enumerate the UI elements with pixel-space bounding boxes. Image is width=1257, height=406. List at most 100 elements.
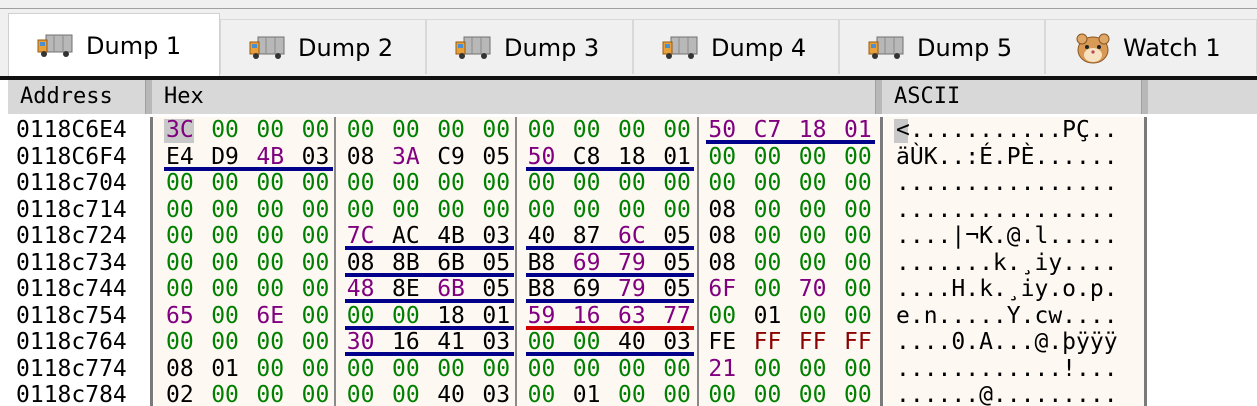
hex-byte[interactable]: 00 bbox=[437, 117, 467, 144]
hex-byte[interactable]: FF bbox=[799, 329, 829, 356]
hex-byte[interactable]: 00 bbox=[528, 356, 558, 383]
hex-byte[interactable]: 00 bbox=[708, 303, 738, 330]
hex-byte[interactable]: 00 bbox=[347, 170, 377, 197]
tab-dump-5[interactable]: Dump 5 bbox=[839, 19, 1045, 74]
hex-byte[interactable]: 08 bbox=[708, 223, 738, 250]
hex-byte[interactable]: 00 bbox=[618, 382, 648, 406]
hex-byte[interactable]: 00 bbox=[302, 117, 332, 144]
hex-byte[interactable]: 00 bbox=[211, 170, 241, 197]
hex-byte[interactable]: 00 bbox=[754, 223, 784, 250]
hex-byte[interactable]: 00 bbox=[844, 303, 874, 330]
hex-byte[interactable]: 00 bbox=[799, 170, 829, 197]
hex-byte[interactable]: 00 bbox=[392, 356, 422, 383]
hex-byte[interactable]: 00 bbox=[799, 144, 829, 171]
hex-byte[interactable]: C9 bbox=[437, 144, 467, 171]
hex-byte[interactable]: 00 bbox=[799, 197, 829, 224]
ascii-text[interactable]: ....H.k.¸iy.o.p. bbox=[896, 276, 1118, 303]
tab-dump-3[interactable]: Dump 3 bbox=[426, 19, 633, 74]
ascii-text[interactable]: ....|¬K.@.l..... bbox=[896, 223, 1118, 250]
hex-byte[interactable]: 00 bbox=[302, 382, 332, 406]
hex-byte[interactable]: 00 bbox=[256, 356, 286, 383]
hex-byte[interactable]: 00 bbox=[211, 197, 241, 224]
hex-byte[interactable]: 00 bbox=[392, 170, 422, 197]
hex-byte[interactable]: 21 bbox=[708, 356, 738, 383]
dump-row[interactable]: 0118C6E4 3C 00 00 00 00 00 00 00 00 00 00 00 50 C7 18 01… bbox=[4, 117, 1257, 144]
hex-byte[interactable]: 00 bbox=[618, 170, 648, 197]
tab-dump-1[interactable]: Dump 1 bbox=[8, 13, 220, 76]
hex-byte[interactable]: 08 bbox=[347, 144, 377, 171]
hex-byte[interactable]: 08 bbox=[166, 356, 196, 383]
hex-byte[interactable]: 00 bbox=[528, 117, 558, 144]
hex-byte[interactable]: 00 bbox=[302, 329, 332, 356]
hex-byte[interactable]: 00 bbox=[211, 250, 241, 277]
hex-byte[interactable]: 00 bbox=[166, 197, 196, 224]
hex-byte[interactable]: 00 bbox=[256, 170, 286, 197]
hex-byte[interactable]: FE bbox=[708, 329, 738, 356]
tab-watch-1[interactable]: Watch 1 bbox=[1045, 19, 1257, 74]
ascii-text[interactable]: <...........PÇ.. bbox=[896, 117, 1118, 144]
hex-byte[interactable]: 02 bbox=[166, 382, 196, 406]
hex-byte[interactable]: 00 bbox=[663, 170, 693, 197]
hex-byte[interactable]: 01 bbox=[573, 382, 603, 406]
hex-byte[interactable]: 00 bbox=[528, 382, 558, 406]
hex-byte[interactable]: 05 bbox=[482, 144, 512, 171]
hex-byte[interactable]: 00 bbox=[663, 382, 693, 406]
hex-byte[interactable]: 00 bbox=[392, 197, 422, 224]
hex-byte[interactable]: 00 bbox=[799, 382, 829, 406]
hex-byte[interactable]: 3A bbox=[392, 144, 422, 171]
hex-byte[interactable]: 00 bbox=[844, 197, 874, 224]
hex-byte[interactable]: 00 bbox=[437, 170, 467, 197]
hex-byte[interactable]: 00 bbox=[844, 250, 874, 277]
hex-byte[interactable]: 00 bbox=[618, 197, 648, 224]
hex-byte[interactable]: 00 bbox=[708, 144, 738, 171]
tab-dump-2[interactable]: Dump 2 bbox=[220, 19, 426, 74]
dump-row[interactable]: 0118c714 00 00 00 00 00 00 00 00 00 00 00 00 08 00 00 00… bbox=[4, 197, 1257, 224]
hex-byte[interactable]: 00 bbox=[347, 197, 377, 224]
hex-byte[interactable]: 00 bbox=[844, 144, 874, 171]
hex-byte[interactable]: 00 bbox=[844, 382, 874, 406]
hex-byte[interactable]: FF bbox=[844, 329, 874, 356]
ascii-text[interactable]: ......@......... bbox=[896, 382, 1118, 406]
hex-byte[interactable]: 00 bbox=[618, 117, 648, 144]
ascii-text[interactable]: .......k.¸iy.... bbox=[896, 250, 1118, 277]
hex-byte[interactable]: 00 bbox=[256, 329, 286, 356]
hex-byte[interactable]: 00 bbox=[211, 303, 241, 330]
hex-byte[interactable]: 00 bbox=[256, 382, 286, 406]
hex-byte[interactable]: 00 bbox=[663, 356, 693, 383]
hex-byte[interactable]: 00 bbox=[573, 356, 603, 383]
hex-byte[interactable]: 00 bbox=[844, 170, 874, 197]
hex-byte[interactable]: 00 bbox=[754, 170, 784, 197]
hex-byte[interactable]: 00 bbox=[256, 117, 286, 144]
column-header-ascii[interactable]: ASCII bbox=[882, 80, 1142, 114]
hex-byte[interactable]: 00 bbox=[844, 223, 874, 250]
hex-byte[interactable]: 00 bbox=[347, 117, 377, 144]
hex-byte[interactable]: 00 bbox=[844, 356, 874, 383]
ascii-text[interactable]: ................ bbox=[896, 170, 1118, 197]
hex-byte[interactable]: 01 bbox=[211, 356, 241, 383]
hex-byte[interactable]: 00 bbox=[347, 382, 377, 406]
hex-byte[interactable]: 00 bbox=[482, 170, 512, 197]
hex-byte[interactable]: 00 bbox=[302, 223, 332, 250]
hex-byte[interactable]: 00 bbox=[347, 356, 377, 383]
hex-byte[interactable]: 00 bbox=[708, 170, 738, 197]
hex-byte[interactable]: 00 bbox=[708, 382, 738, 406]
hex-byte[interactable]: 03 bbox=[482, 382, 512, 406]
dump-row[interactable]: 0118c704 00 00 00 00 00 00 00 00 00 00 00 00 00 00 00 00… bbox=[4, 170, 1257, 197]
hex-byte[interactable]: 65 bbox=[166, 303, 196, 330]
hex-byte[interactable]: 70 bbox=[799, 276, 829, 303]
hex-byte[interactable]: 01 bbox=[754, 303, 784, 330]
hex-byte[interactable]: 00 bbox=[528, 170, 558, 197]
hex-byte[interactable]: 00 bbox=[166, 276, 196, 303]
hex-byte[interactable]: 00 bbox=[528, 197, 558, 224]
hex-byte[interactable]: 00 bbox=[166, 170, 196, 197]
ascii-text[interactable]: äÙK..:É.PÈ...... bbox=[896, 144, 1118, 171]
hex-byte[interactable]: 00 bbox=[256, 223, 286, 250]
hex-byte[interactable]: 00 bbox=[211, 382, 241, 406]
hex-byte[interactable]: FF bbox=[754, 329, 784, 356]
hex-byte[interactable]: 00 bbox=[573, 170, 603, 197]
hex-byte[interactable]: 00 bbox=[754, 356, 784, 383]
hex-byte[interactable]: 00 bbox=[211, 117, 241, 144]
hex-byte[interactable]: 00 bbox=[799, 303, 829, 330]
column-header-hex[interactable]: Hex bbox=[152, 80, 876, 114]
hex-byte[interactable]: 00 bbox=[754, 250, 784, 277]
